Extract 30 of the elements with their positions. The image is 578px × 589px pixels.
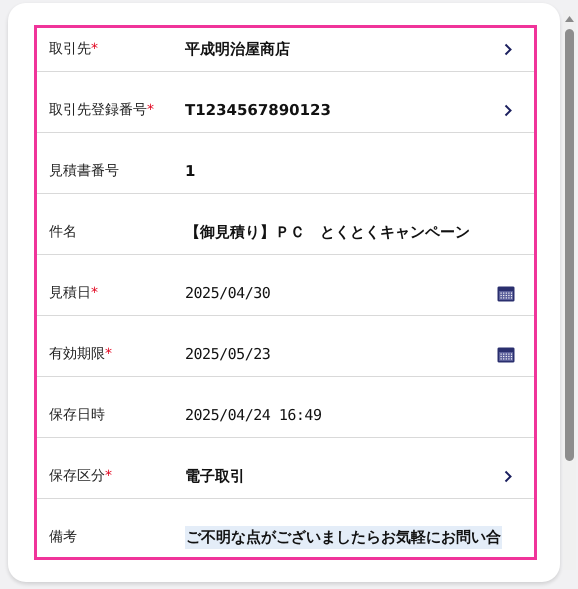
scroll-up-icon[interactable] — [565, 16, 574, 22]
required-mark: * — [105, 467, 112, 486]
field-value: 2025/05/23 — [185, 344, 270, 366]
field-label: 取引先 — [49, 40, 91, 59]
required-mark: * — [91, 40, 98, 59]
required-mark: * — [147, 101, 154, 120]
calendar-icon[interactable] — [497, 346, 515, 362]
field-label: 見積日 — [49, 284, 91, 303]
field-value: ご不明な点がございましたらお気軽にお問い合 — [185, 526, 502, 549]
field-value: T1234567890123 — [185, 100, 331, 122]
field-value: 電子取引 — [185, 466, 245, 488]
field-label: 有効期限 — [49, 345, 105, 364]
field-label: 保存日時 — [49, 406, 105, 425]
required-mark: * — [105, 345, 112, 364]
field-label: 備考 — [49, 528, 77, 547]
chevron-right-icon — [504, 104, 512, 117]
calendar-icon[interactable] — [497, 286, 515, 302]
field-label: 保存区分 — [49, 467, 105, 486]
scrollbar-thumb[interactable] — [565, 29, 574, 461]
field-value: 2025/04/30 — [185, 283, 270, 304]
field-value: 平成明治屋商店 — [185, 39, 290, 60]
required-mark: * — [91, 284, 98, 303]
field-label: 取引先登録番号 — [49, 101, 147, 120]
chevron-right-icon — [504, 43, 512, 56]
field-value: 【御見積り】ＰＣ とくとくキャンペーン — [185, 222, 470, 244]
field-value: 2025/04/24 16:49 — [185, 405, 322, 426]
field-label: 見積書番号 — [49, 162, 119, 181]
field-label: 件名 — [49, 223, 77, 242]
field-value: 1 — [185, 161, 196, 182]
chevron-right-icon — [504, 470, 512, 483]
